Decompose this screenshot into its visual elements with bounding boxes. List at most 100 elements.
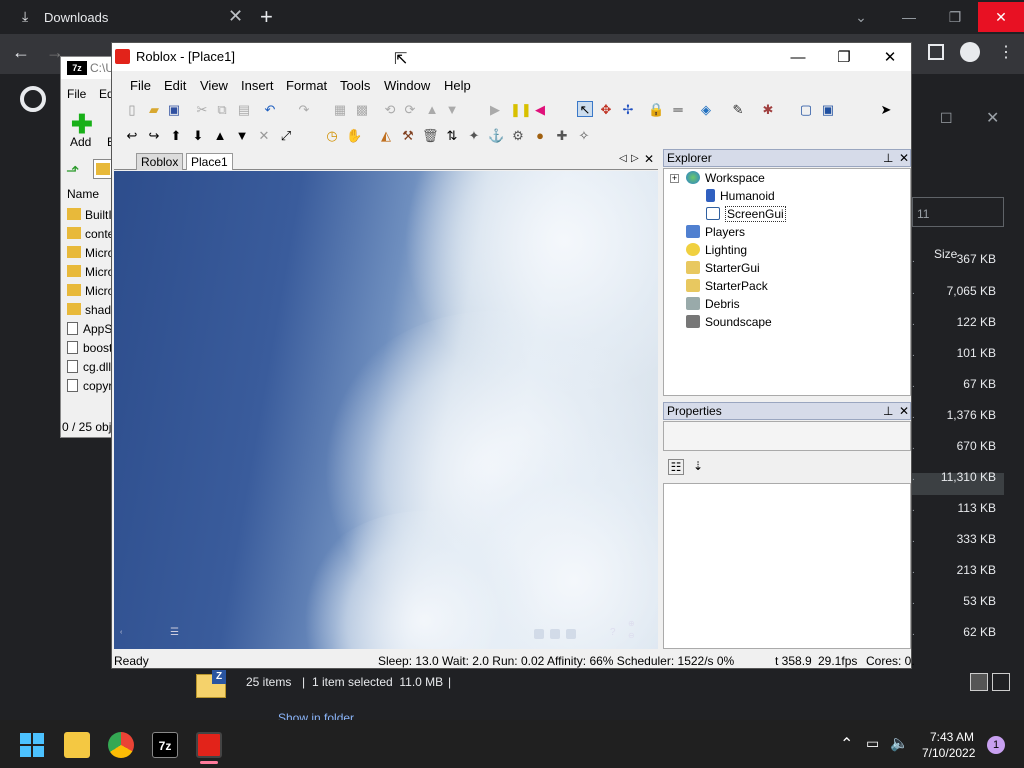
tab-place1[interactable]: Place1 <box>186 153 233 170</box>
explorer-close-icon[interactable]: ✕ <box>899 150 909 166</box>
folder-item[interactable]: Micro <box>67 284 114 298</box>
arrow-up-icon[interactable]: ⬆ <box>168 128 184 144</box>
tree-item-humanoid[interactable]: Humanoid <box>706 189 775 203</box>
viewport-menu-icon[interactable]: ☰ <box>170 627 179 638</box>
menu-help[interactable]: Help <box>444 78 471 93</box>
restore-button[interactable]: ❐ <box>821 45 867 71</box>
save-icon[interactable]: ▣ <box>166 102 182 118</box>
tab-close-icon[interactable]: ✕ <box>644 152 654 166</box>
swap-icon[interactable]: ⇅ <box>444 128 460 144</box>
categorized-icon[interactable]: ☷ <box>668 459 684 475</box>
copy-icon[interactable]: ⧉ <box>214 102 230 118</box>
folder-item[interactable]: BuiltI <box>67 208 112 222</box>
clock-icon[interactable]: ◷ <box>324 128 340 144</box>
turn-right-icon[interactable]: ↪ <box>146 128 162 144</box>
redo-icon[interactable]: ↷ <box>296 102 312 118</box>
ungroup-icon[interactable]: ▩ <box>354 102 370 118</box>
pin-icon[interactable]: ⊥ <box>883 150 893 166</box>
back-arrow-icon[interactable]: ← <box>12 42 30 63</box>
menu-file[interactable]: File <box>67 87 86 101</box>
properties-close-icon[interactable]: ✕ <box>899 403 909 419</box>
roblox-taskbar-icon[interactable] <box>196 732 222 758</box>
zoom-in-icon[interactable]: ⊕ <box>628 619 635 628</box>
hinge-icon[interactable]: ⚓ <box>488 128 504 144</box>
close-window-button[interactable]: ✕ <box>978 2 1024 32</box>
delete-icon[interactable]: 🗑 <box>422 128 439 144</box>
paste-icon[interactable]: ▤ <box>236 102 252 118</box>
weld-icon[interactable]: ✦ <box>466 128 482 144</box>
open-icon[interactable]: ▰ <box>146 102 162 118</box>
material-icon[interactable]: ✱ <box>760 102 776 118</box>
search-field[interactable]: 11 <box>912 197 1004 227</box>
zoom-out-icon[interactable]: ⊖ <box>628 631 635 640</box>
chevron-up-icon[interactable]: ⌃ <box>840 734 853 754</box>
file-item[interactable]: boost <box>67 341 112 355</box>
tree-item-soundscape[interactable]: Soundscape <box>686 315 772 329</box>
rotate-left-icon[interactable]: ⟲ <box>382 102 398 118</box>
sidepanel-icon[interactable] <box>928 44 944 60</box>
restore-button[interactable]: ❐ <box>932 2 978 32</box>
add-button-label[interactable]: Add <box>70 135 91 149</box>
motor-icon[interactable]: ⚙ <box>510 128 526 144</box>
cross-icon[interactable]: ✚ <box>554 128 570 144</box>
clock-date[interactable]: 7/10/2022 <box>922 746 975 760</box>
anchor-icon[interactable]: ═ <box>670 102 686 118</box>
paint-bucket-icon[interactable]: ◈ <box>698 102 714 118</box>
move-up-icon[interactable]: ▲ <box>424 102 440 118</box>
chrome-icon[interactable] <box>108 732 134 758</box>
start-button[interactable] <box>20 733 44 757</box>
cut-icon[interactable]: ✂ <box>194 102 210 118</box>
notification-badge[interactable]: 1 <box>987 736 1005 754</box>
screenshot-icon[interactable]: ▣ <box>820 102 836 118</box>
menu-window[interactable]: Window <box>384 78 430 93</box>
downloads-tab[interactable]: ⤓ Downloads ✕ <box>8 2 246 32</box>
profile-avatar[interactable] <box>960 42 980 62</box>
window-icon[interactable]: ▢ <box>798 102 814 118</box>
play-icon[interactable]: ▶ <box>487 102 503 118</box>
hand-icon[interactable]: ✋ <box>346 128 362 144</box>
folder-item[interactable]: conte <box>67 227 114 241</box>
hammer-icon[interactable]: ⚒ <box>400 128 416 144</box>
3d-viewport[interactable]: ‹ ☰ ? ⊕ ⊖ <box>114 171 658 649</box>
menu-edit[interactable]: Edit <box>164 78 186 93</box>
turn-left-icon[interactable]: ↩ <box>124 128 140 144</box>
arrow-down-icon[interactable]: ⬇ <box>190 128 206 144</box>
resize-tool-icon[interactable]: ✢ <box>620 102 636 118</box>
viewport-back-icon[interactable]: ‹ <box>120 629 122 636</box>
menu-insert[interactable]: Insert <box>241 78 274 93</box>
tree-item-debris[interactable]: Debris <box>686 297 740 311</box>
terrain-icon[interactable]: ◭ <box>378 128 394 144</box>
tab-scroll-left-icon[interactable]: ◁ <box>619 153 627 164</box>
name-column-header[interactable]: Name <box>67 187 99 201</box>
tree-item-workspace[interactable]: Workspace <box>686 171 765 185</box>
close-tab-icon[interactable]: ✕ <box>228 6 243 27</box>
arrow-tool-icon[interactable]: ➤ <box>878 102 894 118</box>
ball-icon[interactable]: ● <box>532 128 548 144</box>
tree-item-players[interactable]: Players <box>686 225 745 239</box>
file-item[interactable]: copyr <box>67 379 112 393</box>
shrink-icon[interactable]: ✕ <box>256 128 272 144</box>
new-tab-button[interactable]: + <box>260 4 273 30</box>
new-icon[interactable]: ▯ <box>124 102 140 118</box>
viewport-control-icon[interactable] <box>534 629 544 639</box>
file-explorer-icon[interactable] <box>64 732 90 758</box>
minimize-button[interactable]: — <box>886 2 932 32</box>
menu-kebab-icon[interactable]: ⋮ <box>998 42 1014 62</box>
dropper-icon[interactable]: ✎ <box>730 102 746 118</box>
pause-icon[interactable]: ❚❚ <box>510 102 532 118</box>
file-item[interactable]: cg.dll <box>67 360 111 374</box>
reset-icon[interactable]: ◀ <box>532 102 548 118</box>
tiles-view-icon[interactable] <box>992 673 1010 691</box>
sort-alpha-icon[interactable]: ⇣ <box>690 459 706 475</box>
tree-item-starterpack[interactable]: StarterPack <box>686 279 768 293</box>
folder-item[interactable]: Micro <box>67 246 114 260</box>
help-icon[interactable]: ? <box>610 627 616 638</box>
move-down-icon[interactable]: ▼ <box>444 102 460 118</box>
close-button[interactable]: ✕ <box>867 45 913 71</box>
volume-icon[interactable]: 🔈 <box>890 734 909 752</box>
menu-view[interactable]: View <box>200 78 228 93</box>
chevron-down-icon[interactable]: ⌄ <box>838 2 884 32</box>
pin-icon[interactable]: ⊥ <box>883 403 893 419</box>
network-icon[interactable]: ▭ <box>866 735 879 752</box>
viewport-control-icon[interactable] <box>566 629 576 639</box>
